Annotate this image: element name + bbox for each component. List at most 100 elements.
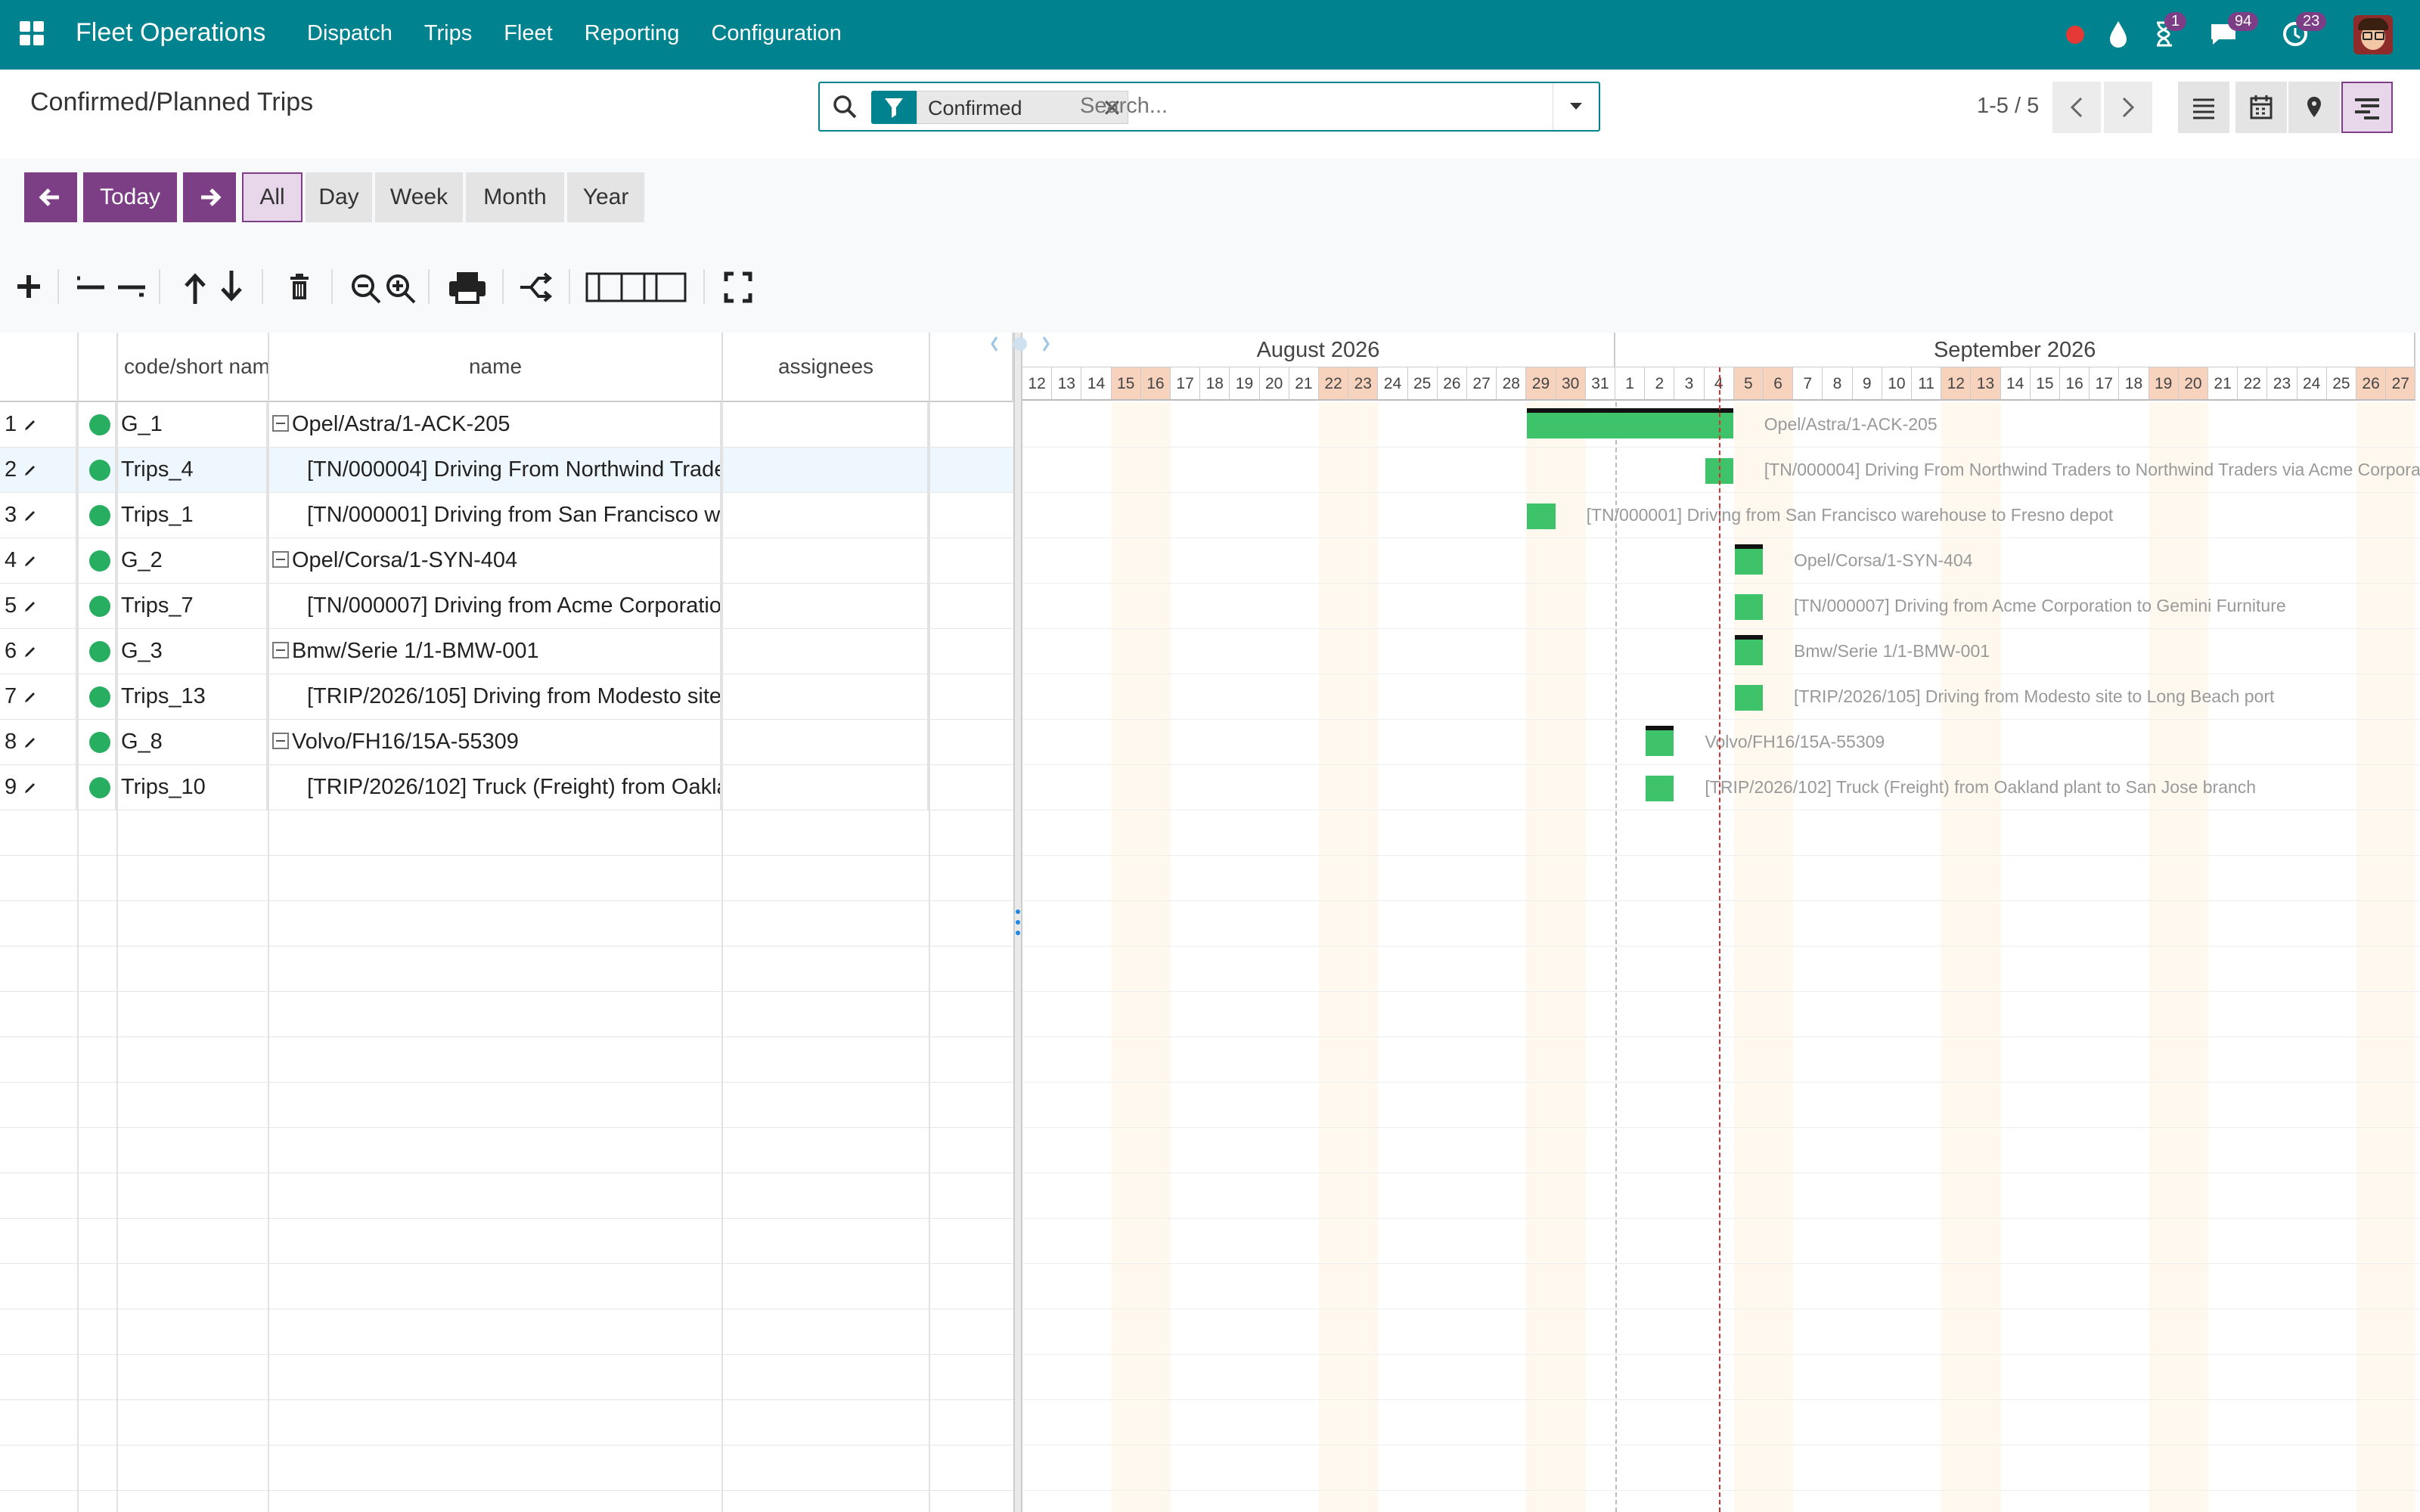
edit-icon[interactable] (23, 508, 38, 523)
grid-group-row[interactable]: 8 G_8 Volvo/FH16/15A-55309 (0, 720, 1013, 765)
assignees-cell[interactable] (721, 493, 929, 538)
assignees-cell[interactable] (721, 674, 929, 719)
search-input[interactable] (1080, 94, 1534, 119)
group-bar[interactable] (1734, 544, 1764, 575)
edit-icon[interactable] (23, 463, 38, 478)
range-week-button[interactable]: Week (375, 172, 463, 222)
group-bar[interactable] (1527, 408, 1734, 438)
name-cell[interactable]: [TN/000001] Driving from San Francisco w… (268, 493, 721, 538)
menu-trips[interactable]: Trips (424, 21, 472, 46)
search-icon[interactable] (832, 94, 858, 119)
fullscreen-icon[interactable] (721, 266, 755, 308)
group-bar[interactable] (1734, 635, 1764, 665)
move-up-icon[interactable] (180, 266, 210, 308)
pager-value[interactable]: 1-5 / 5 (1977, 94, 2039, 119)
code-cell[interactable]: Trips_1 (116, 493, 268, 538)
code-cell[interactable]: G_8 (116, 720, 268, 764)
collapse-icon[interactable] (272, 415, 289, 432)
group-bar[interactable] (1646, 726, 1674, 756)
header-assignees[interactable]: assignees (723, 333, 930, 402)
edit-icon[interactable] (23, 735, 38, 750)
task-bar[interactable] (1734, 685, 1763, 711)
move-down-icon[interactable] (216, 266, 247, 308)
edit-icon[interactable] (23, 417, 38, 432)
name-cell[interactable]: Opel/Corsa/1-SYN-404 (268, 538, 721, 583)
app-brand[interactable]: Fleet Operations (76, 18, 265, 48)
task-bar[interactable] (1734, 594, 1763, 620)
grid-group-row[interactable]: 4 G_2 Opel/Corsa/1-SYN-404 (0, 538, 1013, 584)
range-all-button[interactable]: All (242, 172, 302, 222)
menu-dispatch[interactable]: Dispatch (307, 21, 392, 46)
code-cell[interactable]: G_2 (116, 538, 268, 583)
print-icon[interactable] (446, 266, 489, 308)
grid-group-row[interactable]: 1 G_1 Opel/Astra/1-ACK-205 (0, 402, 1013, 448)
edit-icon[interactable] (23, 689, 38, 705)
grid-group-row[interactable]: 6 G_3 Bmw/Serie 1/1-BMW-001 (0, 629, 1013, 674)
search-options-toggle[interactable] (1553, 83, 1599, 130)
code-cell[interactable]: Trips_13 (116, 674, 268, 719)
task-bar[interactable] (1527, 503, 1556, 529)
name-cell[interactable]: Volvo/FH16/15A-55309 (268, 720, 721, 764)
range-day-button[interactable]: Day (306, 172, 372, 222)
assignees-cell[interactable] (721, 720, 929, 764)
code-cell[interactable]: Trips_10 (116, 765, 268, 810)
range-year-button[interactable]: Year (567, 172, 644, 222)
name-cell[interactable]: Opel/Astra/1-ACK-205 (268, 402, 721, 447)
edit-icon[interactable] (23, 780, 38, 795)
gantt-view-button[interactable] (2341, 82, 2393, 133)
header-code[interactable]: code/short name (118, 333, 269, 402)
name-cell[interactable]: [TRIP/2026/102] Truck (Freight) from Oak… (268, 765, 721, 810)
delete-icon[interactable] (284, 266, 315, 308)
list-view-button[interactable] (2178, 82, 2229, 133)
drop-icon[interactable] (2107, 18, 2130, 48)
task-bar[interactable] (1646, 776, 1674, 801)
menu-reporting[interactable]: Reporting (585, 21, 680, 46)
name-cell[interactable]: [TRIP/2026/105] Driving from Modesto sit… (268, 674, 721, 719)
range-month-button[interactable]: Month (466, 172, 564, 222)
edit-icon[interactable] (23, 553, 38, 569)
name-cell[interactable]: [TN/000007] Driving from Acme Corporatio… (268, 584, 721, 628)
grid-task-row[interactable]: 3 Trips_1 [TN/000001] Driving from San Fra… (0, 493, 1013, 538)
code-cell[interactable]: G_3 (116, 629, 268, 674)
grid-task-row[interactable]: 9 Trips_10 [TRIP/2026/102] Truck (Freight)… (0, 765, 1013, 810)
next-period-button[interactable] (183, 172, 236, 222)
collapse-icon[interactable] (272, 551, 289, 569)
column-layout-icon[interactable] (584, 266, 690, 308)
indent-outdent-icon[interactable] (74, 266, 148, 308)
search-bar[interactable]: Confirmed ✕ (818, 82, 1600, 132)
assignees-cell[interactable] (721, 538, 929, 583)
header-name[interactable]: name (269, 333, 723, 402)
assignees-cell[interactable] (721, 448, 929, 492)
code-cell[interactable]: Trips_4 (116, 448, 268, 492)
edit-icon[interactable] (23, 599, 38, 614)
assignees-cell[interactable] (721, 402, 929, 447)
menu-fleet[interactable]: Fleet (504, 21, 552, 46)
assignees-cell[interactable] (721, 629, 929, 674)
code-cell[interactable]: Trips_7 (116, 584, 268, 628)
app-menu-icon[interactable] (20, 21, 44, 45)
pager-next-button[interactable] (2104, 82, 2152, 133)
calendar-view-button[interactable] (2235, 82, 2287, 133)
name-cell[interactable]: Bmw/Serie 1/1-BMW-001 (268, 629, 721, 674)
pager-previous-button[interactable] (2052, 82, 2101, 133)
edit-icon[interactable] (23, 644, 38, 659)
code-cell[interactable]: G_1 (116, 402, 268, 447)
add-icon[interactable] (14, 266, 44, 308)
today-button[interactable]: Today (83, 172, 177, 222)
zoom-in-icon[interactable] (383, 266, 419, 308)
zoom-out-icon[interactable] (348, 266, 384, 308)
map-view-button[interactable] (2288, 82, 2340, 133)
name-cell[interactable]: [TN/000004] Driving From Northwind Trade… (268, 448, 721, 492)
collapse-icon[interactable] (272, 642, 289, 659)
collapse-icon[interactable] (272, 733, 289, 750)
grid-splitter[interactable] (1013, 333, 1022, 1512)
user-avatar[interactable] (2353, 15, 2393, 54)
critical-path-icon[interactable] (517, 266, 555, 308)
assignees-cell[interactable] (721, 765, 929, 810)
grid-task-row[interactable]: 2 Trips_4 [TN/000004] Driving From Northwi… (0, 448, 1013, 493)
grid-task-row[interactable]: 5 Trips_7 [TN/000007] Driving from Acme Co… (0, 584, 1013, 629)
previous-period-button[interactable] (24, 172, 77, 222)
grid-task-row[interactable]: 7 Trips_13 [TRIP/2026/105] Driving from Mo… (0, 674, 1013, 720)
assignees-cell[interactable] (721, 584, 929, 628)
menu-configuration[interactable]: Configuration (711, 21, 842, 46)
